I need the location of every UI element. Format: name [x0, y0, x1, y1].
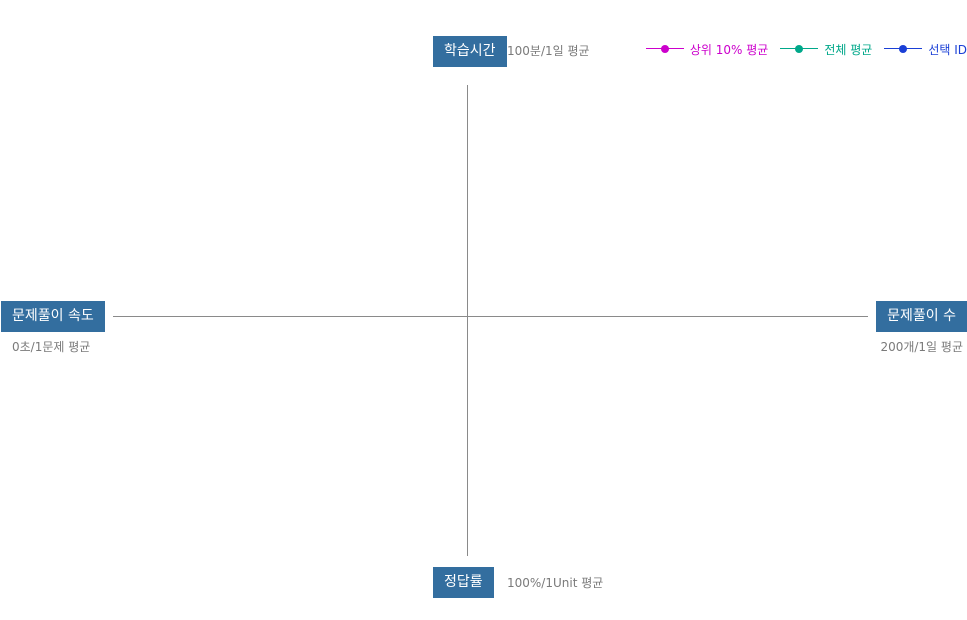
axis-note-problem-count: 200개/1일 평균: [880, 340, 963, 354]
legend-dot-top10: [660, 45, 669, 53]
chart-legend: 상위 10% 평균 전체 평균 선택 ID: [645, 40, 967, 58]
legend-label-top10: 상위 10% 평균: [689, 42, 769, 57]
horizontal-axis-line: [113, 316, 868, 317]
legend-label-selected-id: 선택 ID: [928, 42, 967, 57]
legend-item-overall[interactable]: 전체 평균: [780, 41, 872, 58]
legend-dot-overall: [795, 45, 804, 53]
legend-item-selected-id[interactable]: 선택 ID: [884, 41, 967, 58]
legend-marker-top10: [645, 44, 684, 54]
legend-label-overall: 전체 평균: [824, 42, 873, 57]
axis-label-study-time: 학습시간: [433, 36, 507, 67]
axis-note-study-time: 100분/1일 평균: [507, 44, 590, 58]
axis-label-solving-speed: 문제풀이 속도: [1, 301, 105, 332]
legend-marker-overall: [780, 44, 819, 54]
axis-note-solving-speed: 0초/1문제 평균: [12, 340, 91, 354]
legend-item-top10[interactable]: 상위 10% 평균: [645, 41, 769, 58]
axis-label-problem-count: 문제풀이 수: [876, 301, 967, 332]
legend-marker-selected-id: [884, 44, 923, 54]
axis-label-accuracy: 정답률: [433, 567, 494, 598]
vertical-axis-line: [467, 85, 468, 556]
legend-dot-selected-id: [899, 45, 908, 53]
axis-note-accuracy: 100%/1Unit 평균: [507, 576, 604, 590]
